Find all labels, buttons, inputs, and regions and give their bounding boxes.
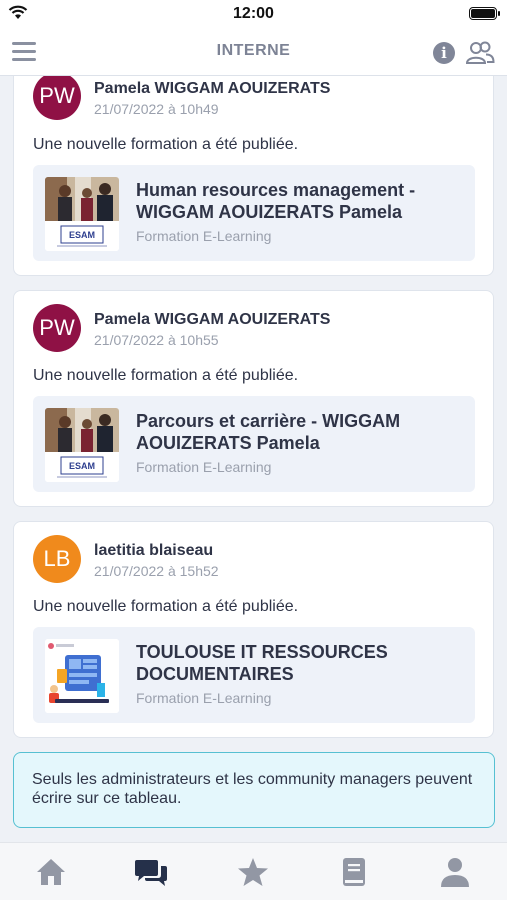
post-author[interactable]: Pamela WIGGAM AOUIZERATS [94, 311, 330, 329]
post-date: 21/07/2022 à 10h49 [94, 101, 219, 117]
training-card[interactable]: TOULOUSE IT RESSOURCES DOCUMENTAIRES For… [33, 627, 475, 723]
post-author[interactable]: laetitia blaiseau [94, 542, 213, 560]
avatar[interactable]: PW [33, 304, 81, 352]
chat-icon[interactable] [134, 855, 168, 889]
feed-list[interactable]: PW Pamela WIGGAM AOUIZERATS 21/07/2022 à… [0, 76, 507, 842]
avatar[interactable]: LB [33, 535, 81, 583]
home-icon[interactable] [34, 855, 68, 889]
status-time: 12:00 [233, 5, 274, 22]
info-icon[interactable]: i [433, 42, 455, 64]
post-message: Une nouvelle formation a été publiée. [33, 598, 299, 615]
training-thumbnail: ESAM [45, 408, 119, 482]
post-author[interactable]: Pamela WIGGAM AOUIZERATS [94, 80, 330, 98]
read-only-notice: Seuls les administrateurs et les communi… [13, 752, 495, 828]
profile-icon[interactable] [438, 855, 472, 889]
training-type: Formation E-Learning [136, 459, 272, 475]
training-type: Formation E-Learning [136, 228, 272, 244]
training-title[interactable]: Parcours et carrière - WIGGAM AOUIZERATS… [136, 410, 466, 454]
page-title: INTERNE [216, 42, 291, 59]
post-message: Une nouvelle formation a été publiée. [33, 367, 299, 384]
star-icon[interactable] [236, 855, 270, 889]
bottom-tab-bar [0, 842, 507, 900]
app-header: INTERNE i [0, 28, 507, 76]
training-card[interactable]: ESAM Human resources management - WIGGAM… [33, 165, 475, 261]
post-card[interactable]: LB laetitia blaiseau 21/07/2022 à 15h52 … [13, 521, 494, 738]
post-card[interactable]: PW Pamela WIGGAM AOUIZERATS 21/07/2022 à… [13, 290, 494, 507]
post-card[interactable]: PW Pamela WIGGAM AOUIZERATS 21/07/2022 à… [13, 76, 494, 276]
post-date: 21/07/2022 à 10h55 [94, 332, 219, 348]
training-card[interactable]: ESAM Parcours et carrière - WIGGAM AOUIZ… [33, 396, 475, 492]
avatar[interactable]: PW [33, 76, 81, 120]
training-title[interactable]: Human resources management - WIGGAM AOUI… [136, 179, 466, 223]
svg-text:ESAM: ESAM [69, 461, 95, 471]
svg-text:ESAM: ESAM [69, 230, 95, 240]
training-title[interactable]: TOULOUSE IT RESSOURCES DOCUMENTAIRES [136, 641, 466, 685]
members-icon[interactable] [465, 40, 495, 66]
battery-icon [469, 7, 500, 20]
post-date: 21/07/2022 à 15h52 [94, 563, 219, 579]
book-icon[interactable] [337, 855, 371, 889]
post-message: Une nouvelle formation a été publiée. [33, 136, 299, 153]
status-bar: 12:00 [0, 0, 507, 28]
training-thumbnail [45, 639, 119, 713]
training-thumbnail: ESAM [45, 177, 119, 251]
training-type: Formation E-Learning [136, 690, 272, 706]
